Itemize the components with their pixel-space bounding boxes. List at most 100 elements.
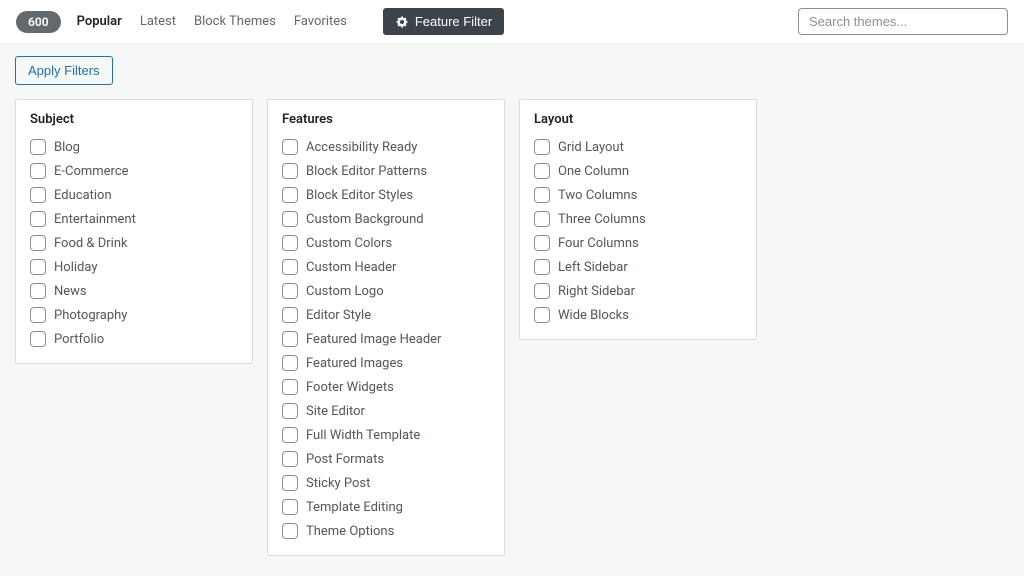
checkbox-icon [30,259,46,275]
feature-label: Custom Colors [306,236,392,251]
feature-checkbox[interactable]: Full Width Template [282,427,490,443]
tab-latest[interactable]: Latest [140,14,176,29]
checkbox-icon [30,139,46,155]
feature-label: Block Editor Patterns [306,164,427,179]
checkbox-icon [30,307,46,323]
subject-label: Holiday [54,260,97,275]
feature-checkbox[interactable]: Accessibility Ready [282,139,490,155]
topbar: 600 Popular Latest Block Themes Favorite… [0,0,1024,44]
checkbox-icon [282,307,298,323]
checkbox-icon [534,139,550,155]
feature-checkbox[interactable]: Featured Image Header [282,331,490,347]
layout-label: Four Columns [558,236,639,251]
filter-columns: Subject Blog E-Commerce Education Entertain… [15,99,1009,556]
checkbox-icon [534,259,550,275]
subject-checkbox[interactable]: Education [30,187,238,203]
checkbox-icon [282,499,298,515]
layout-label: Left Sidebar [558,260,628,275]
search-input[interactable] [798,8,1008,35]
feature-checkbox[interactable]: Footer Widgets [282,379,490,395]
checkbox-icon [30,331,46,347]
subject-title: Subject [30,112,238,127]
layout-label: Three Columns [558,212,646,227]
theme-count-badge: 600 [16,11,61,33]
feature-checkbox[interactable]: Editor Style [282,307,490,323]
checkbox-icon [30,235,46,251]
layout-checkbox[interactable]: Three Columns [534,211,742,227]
feature-checkbox[interactable]: Custom Background [282,211,490,227]
layout-checkbox[interactable]: Left Sidebar [534,259,742,275]
checkbox-icon [282,379,298,395]
layout-label: Two Columns [558,188,637,203]
feature-checkbox[interactable]: Block Editor Patterns [282,163,490,179]
features-list: Accessibility Ready Block Editor Patterns… [282,139,490,539]
checkbox-icon [30,283,46,299]
layout-checkbox[interactable]: Right Sidebar [534,283,742,299]
checkbox-icon [282,139,298,155]
features-title: Features [282,112,490,127]
feature-checkbox[interactable]: Site Editor [282,403,490,419]
subject-checkbox[interactable]: Holiday [30,259,238,275]
checkbox-icon [282,235,298,251]
layout-checkbox[interactable]: One Column [534,163,742,179]
subject-checkbox[interactable]: Entertainment [30,211,238,227]
feature-filter-label: Feature Filter [415,14,492,29]
feature-label: Post Formats [306,452,384,467]
feature-label: Sticky Post [306,476,370,491]
layout-column: Layout Grid Layout One Column Two Columns T… [519,99,757,340]
tab-popular[interactable]: Popular [77,14,122,29]
subject-label: Entertainment [54,212,136,227]
layout-label: One Column [558,164,629,179]
checkbox-icon [534,307,550,323]
feature-checkbox[interactable]: Block Editor Styles [282,187,490,203]
filter-panel: Apply Filters Subject Blog E-Commerce Educ… [0,44,1024,576]
subject-checkbox[interactable]: E-Commerce [30,163,238,179]
checkbox-icon [30,211,46,227]
tab-block-themes[interactable]: Block Themes [194,14,276,29]
checkbox-icon [282,259,298,275]
layout-label: Wide Blocks [558,308,629,323]
layout-checkbox[interactable]: Two Columns [534,187,742,203]
apply-filters-button[interactable]: Apply Filters [15,56,113,85]
feature-checkbox[interactable]: Custom Colors [282,235,490,251]
subject-label: Photography [54,308,127,323]
subject-label: Food & Drink [54,236,128,251]
subject-label: E-Commerce [54,164,129,179]
checkbox-icon [534,211,550,227]
layout-list: Grid Layout One Column Two Columns Three Co… [534,139,742,323]
subject-label: Portfolio [54,332,104,347]
feature-checkbox[interactable]: Custom Logo [282,283,490,299]
gear-icon [395,15,409,29]
feature-checkbox[interactable]: Custom Header [282,259,490,275]
feature-checkbox[interactable]: Theme Options [282,523,490,539]
layout-checkbox[interactable]: Wide Blocks [534,307,742,323]
checkbox-icon [282,451,298,467]
layout-checkbox[interactable]: Grid Layout [534,139,742,155]
subject-label: Blog [54,140,80,155]
feature-filter-button[interactable]: Feature Filter [383,8,504,35]
feature-checkbox[interactable]: Featured Images [282,355,490,371]
feature-label: Full Width Template [306,428,420,443]
feature-label: Featured Image Header [306,332,441,347]
checkbox-icon [282,403,298,419]
feature-checkbox[interactable]: Post Formats [282,451,490,467]
subject-checkbox[interactable]: Blog [30,139,238,155]
feature-checkbox[interactable]: Sticky Post [282,475,490,491]
subject-checkbox[interactable]: News [30,283,238,299]
subject-checkbox[interactable]: Portfolio [30,331,238,347]
feature-label: Editor Style [306,308,371,323]
feature-label: Theme Options [306,524,394,539]
layout-checkbox[interactable]: Four Columns [534,235,742,251]
layout-title: Layout [534,112,742,127]
checkbox-icon [534,283,550,299]
checkbox-icon [282,355,298,371]
feature-label: Block Editor Styles [306,188,413,203]
subject-checkbox[interactable]: Photography [30,307,238,323]
subject-label: Education [54,188,112,203]
checkbox-icon [282,523,298,539]
checkbox-icon [534,187,550,203]
feature-checkbox[interactable]: Template Editing [282,499,490,515]
feature-label: Site Editor [306,404,365,419]
tab-favorites[interactable]: Favorites [294,14,347,29]
subject-checkbox[interactable]: Food & Drink [30,235,238,251]
